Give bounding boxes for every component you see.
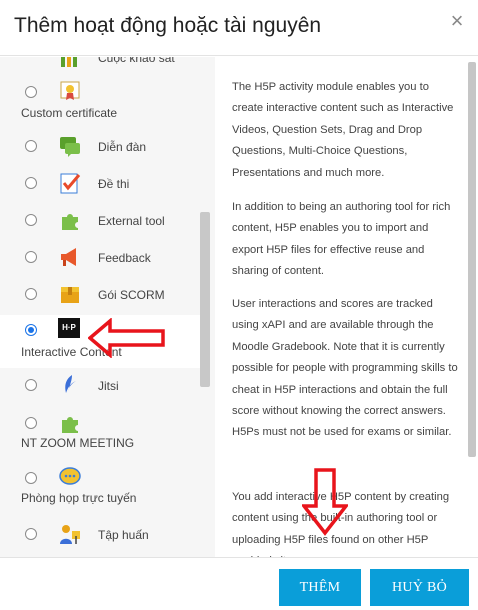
chat-bubble-icon bbox=[58, 465, 82, 489]
puzzle-icon bbox=[58, 411, 82, 435]
description-paragraph: The H5P activity module enables you to c… bbox=[232, 81, 454, 179]
option-scorm-package[interactable]: Gói SCORM bbox=[0, 277, 200, 311]
option-custom-certificate[interactable]: Custom certificate bbox=[0, 71, 200, 123]
option-radio[interactable] bbox=[25, 288, 37, 300]
option-radio[interactable] bbox=[25, 140, 37, 152]
h5p-icon: H·P bbox=[58, 318, 80, 338]
option-survey[interactable]: Cuộc khảo sát bbox=[0, 57, 200, 71]
option-radio[interactable] bbox=[25, 177, 37, 189]
option-radio[interactable] bbox=[25, 86, 37, 98]
jitsi-icon bbox=[58, 373, 82, 397]
option-feedback[interactable]: Feedback bbox=[0, 240, 200, 274]
option-label: Đề thi bbox=[98, 177, 130, 191]
activity-options-list[interactable]: Cuộc khảo sát Custom certificate Diễn đà… bbox=[0, 57, 215, 557]
add-activity-dialog: Thêm hoạt động hoặc tài nguyên × Cuộc kh… bbox=[0, 0, 478, 610]
option-label: Gói SCORM bbox=[98, 288, 165, 302]
dialog-footer: THÊM HUỶ BỎ bbox=[0, 557, 478, 610]
survey-icon bbox=[58, 57, 82, 69]
option-label: Tập huấn bbox=[98, 528, 149, 542]
trainer-icon bbox=[58, 522, 82, 546]
option-quiz[interactable]: Đề thi bbox=[0, 166, 200, 200]
dialog-header: Thêm hoạt động hoặc tài nguyên × bbox=[0, 0, 478, 56]
option-radio[interactable] bbox=[25, 379, 37, 391]
close-icon[interactable]: × bbox=[446, 10, 468, 32]
option-radio[interactable] bbox=[25, 324, 37, 336]
description-paragraph: In addition to being an authoring tool f… bbox=[232, 201, 451, 278]
scorm-package-icon bbox=[58, 282, 82, 306]
option-label: Cuộc khảo sát bbox=[98, 57, 175, 65]
cancel-button[interactable]: HUỶ BỎ bbox=[370, 569, 469, 606]
certificate-icon bbox=[58, 79, 82, 103]
quiz-icon bbox=[58, 171, 82, 195]
option-online-meeting-room[interactable]: Phòng họp trực tuyến bbox=[0, 460, 200, 512]
add-button[interactable]: THÊM bbox=[279, 569, 361, 606]
option-external-tool[interactable]: External tool bbox=[0, 203, 200, 237]
option-label: Jitsi bbox=[98, 379, 119, 393]
option-radio[interactable] bbox=[25, 251, 37, 263]
options-scrollbar[interactable] bbox=[200, 212, 210, 387]
dialog-body: Cuộc khảo sát Custom certificate Diễn đà… bbox=[0, 57, 478, 557]
option-training[interactable]: Tập huấn bbox=[0, 517, 200, 551]
option-label: Phòng họp trực tuyến bbox=[21, 491, 137, 505]
forum-icon bbox=[58, 134, 82, 158]
option-forum[interactable]: Diễn đàn bbox=[0, 129, 200, 163]
dialog-title: Thêm hoạt động hoặc tài nguyên bbox=[14, 14, 322, 37]
down-arrow-icon bbox=[302, 468, 348, 536]
megaphone-icon bbox=[58, 245, 82, 269]
option-radio[interactable] bbox=[25, 472, 37, 484]
option-label: NT ZOOM MEETING bbox=[21, 436, 135, 450]
option-nt-zoom-meeting[interactable]: NT ZOOM MEETING bbox=[0, 405, 200, 457]
option-label: Custom certificate bbox=[21, 106, 118, 120]
left-arrow-icon bbox=[88, 318, 165, 358]
description-scrollbar[interactable] bbox=[468, 62, 476, 457]
option-label: External tool bbox=[98, 214, 165, 228]
description-paragraph: User interactions and scores are tracked… bbox=[232, 298, 458, 439]
puzzle-icon bbox=[58, 208, 82, 232]
option-radio[interactable] bbox=[25, 214, 37, 226]
option-radio[interactable] bbox=[25, 417, 37, 429]
option-jitsi[interactable]: Jitsi bbox=[0, 368, 200, 402]
option-label: Diễn đàn bbox=[98, 140, 147, 154]
option-label: Feedback bbox=[98, 251, 151, 265]
option-radio[interactable] bbox=[25, 528, 37, 540]
